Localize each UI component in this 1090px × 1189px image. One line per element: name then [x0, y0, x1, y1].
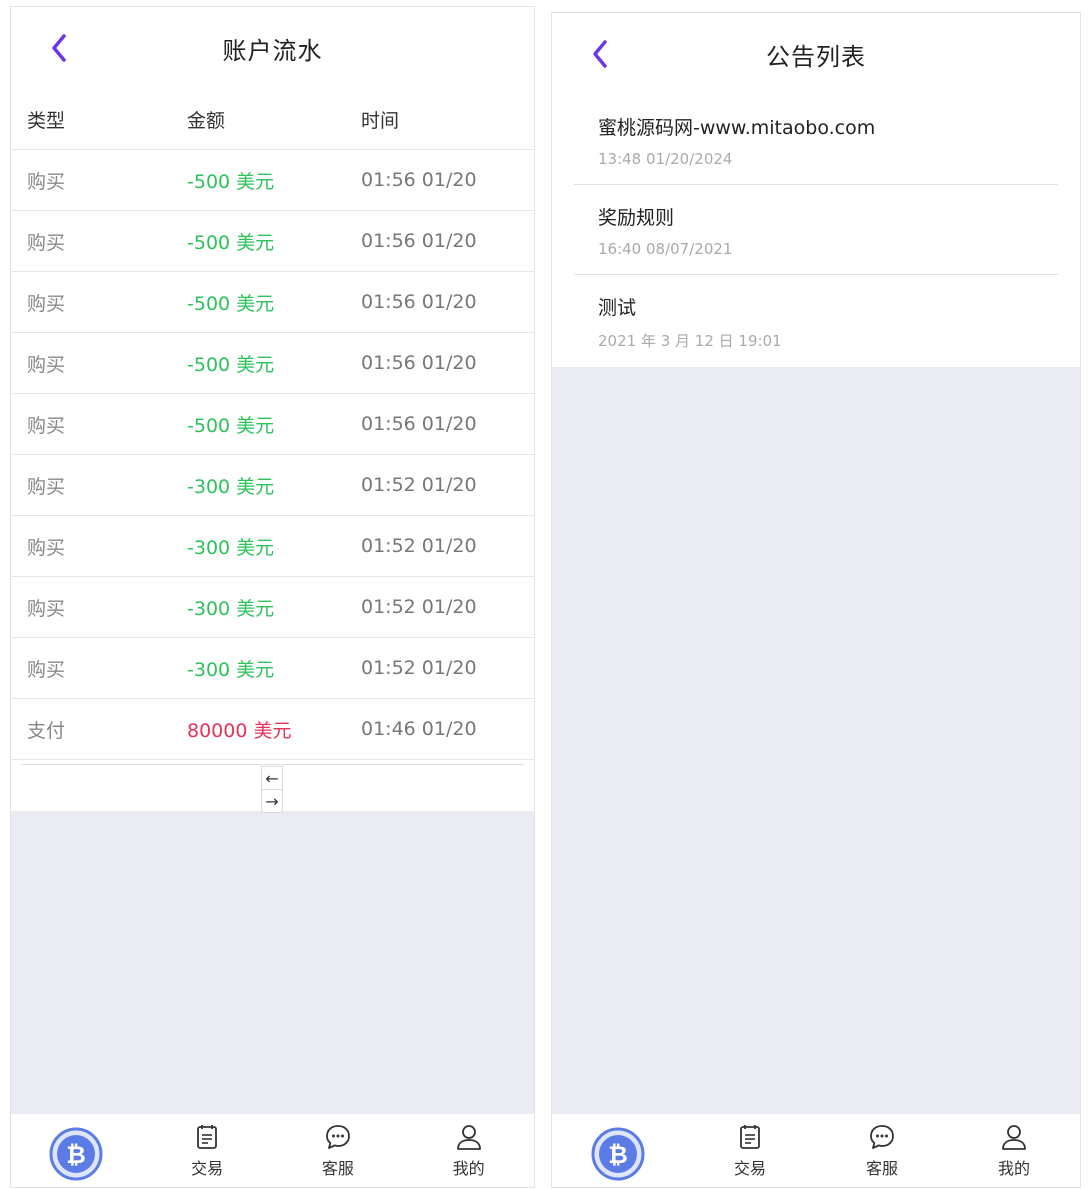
svg-text:₿: ₿ [608, 1141, 628, 1169]
row-amount: -300 美元 [187, 597, 275, 620]
row-type: 支付 [27, 719, 66, 742]
row-amount: 80000 美元 [187, 719, 292, 742]
tab-bar: ₿ 交易 客服 我的 [11, 1114, 534, 1187]
row-type: 购买 [27, 414, 66, 437]
row-amount: -500 美元 [187, 170, 275, 193]
notice-screen: 公告列表 蜜桃源码网-www.mitaobo.com 13:48 01/20/2… [552, 13, 1080, 1187]
row-type: 购买 [27, 597, 66, 620]
tab-label: 客服 [865, 1159, 898, 1178]
notice-item[interactable]: 奖励规则 16:40 08/07/2021 [574, 185, 1058, 275]
row-type: 购买 [27, 475, 66, 498]
row-amount: -300 美元 [187, 475, 275, 498]
notice-item[interactable]: 蜜桃源码网-www.mitaobo.com 13:48 01/20/2024 [574, 95, 1058, 185]
row-time: 01:52 01/20 [361, 535, 477, 557]
chat-bubble-icon [325, 1125, 350, 1149]
notice-title: 测试 [598, 297, 637, 319]
user-icon [1002, 1125, 1026, 1150]
row-time: 01:52 01/20 [361, 474, 477, 496]
notice-header: 公告列表 [552, 13, 1080, 96]
next-page-button[interactable]: → [261, 790, 283, 813]
row-type: 购买 [27, 170, 66, 193]
column-header-amount: 金额 [187, 109, 226, 132]
back-button[interactable] [41, 28, 77, 68]
tab-home[interactable]: ₿ [11, 1114, 142, 1187]
bitcoin-icon: ₿ [591, 1127, 645, 1181]
table-header: 类型 金额 时间 [11, 89, 534, 150]
table-row: 购买 -300 美元 01:52 01/20 [11, 638, 534, 699]
table-row: 购买 -300 美元 01:52 01/20 [11, 516, 534, 577]
row-time: 01:56 01/20 [361, 413, 477, 435]
back-button[interactable] [582, 34, 618, 74]
row-time: 01:52 01/20 [361, 657, 477, 679]
pagination: ← → [261, 766, 283, 813]
tab-profile[interactable]: 我的 [403, 1114, 534, 1187]
page-title: 账户流水 [222, 36, 323, 65]
table-row: 购买 -500 美元 01:56 01/20 [11, 211, 534, 272]
document-icon [197, 1125, 218, 1149]
notice-time: 13:48 01/20/2024 [598, 150, 733, 168]
tab-bar: ₿ 交易 客服 我的 [552, 1114, 1080, 1187]
row-type: 购买 [27, 536, 66, 559]
tab-label: 交易 [191, 1159, 224, 1178]
row-amount: -500 美元 [187, 353, 275, 376]
row-amount: -300 美元 [187, 536, 275, 559]
row-time: 01:46 01/20 [361, 718, 477, 740]
table-row: 支付 80000 美元 01:46 01/20 [11, 699, 534, 760]
tab-support[interactable]: 客服 [816, 1114, 948, 1187]
tab-profile[interactable]: 我的 [948, 1114, 1080, 1187]
ledger-screen: 账户流水 类型 金额 时间 购买 -500 美元 01:56 01/20 购买 -500… [11, 7, 534, 1187]
ledger-header: 账户流水 [11, 7, 534, 90]
row-amount: -500 美元 [187, 292, 275, 315]
row-type: 购买 [27, 231, 66, 254]
row-time: 01:52 01/20 [361, 596, 477, 618]
chevron-left-icon [52, 34, 66, 62]
notice-time: 16:40 08/07/2021 [598, 240, 733, 258]
row-type: 购买 [27, 658, 66, 681]
svg-text:₿: ₿ [67, 1141, 87, 1169]
notice-title: 奖励规则 [598, 207, 675, 229]
row-time: 01:56 01/20 [361, 230, 477, 252]
tab-support[interactable]: 客服 [273, 1114, 404, 1187]
ledger-table: 类型 金额 时间 购买 -500 美元 01:56 01/20 购买 -500 美元 01… [11, 89, 534, 813]
chevron-left-icon [593, 40, 607, 68]
row-amount: -500 美元 [187, 231, 275, 254]
divider [21, 764, 524, 765]
table-row: 购买 -500 美元 01:56 01/20 [11, 394, 534, 455]
table-row: 购买 -300 美元 01:52 01/20 [11, 455, 534, 516]
prev-page-button[interactable]: ← [261, 766, 283, 790]
tab-label: 我的 [997, 1159, 1030, 1178]
user-icon [456, 1125, 481, 1150]
table-row: 购买 -500 美元 01:56 01/20 [11, 272, 534, 333]
notice-item[interactable]: 测试 2021 年 3 月 12 日 19:01 [574, 275, 1058, 365]
tab-trade[interactable]: 交易 [684, 1114, 816, 1187]
row-amount: -500 美元 [187, 414, 275, 437]
table-row: 购买 -300 美元 01:52 01/20 [11, 577, 534, 638]
tab-label: 我的 [452, 1159, 485, 1178]
row-time: 01:56 01/20 [361, 169, 477, 191]
tab-home[interactable]: ₿ [552, 1114, 684, 1187]
table-row: 购买 -500 美元 01:56 01/20 [11, 333, 534, 394]
row-time: 01:56 01/20 [361, 291, 477, 313]
row-type: 购买 [27, 353, 66, 376]
bitcoin-icon: ₿ [49, 1127, 103, 1181]
row-time: 01:56 01/20 [361, 352, 477, 374]
tab-label: 交易 [733, 1159, 766, 1178]
row-type: 购买 [27, 292, 66, 315]
column-header-time: 时间 [361, 109, 400, 132]
notice-time: 2021 年 3 月 12 日 19:01 [598, 332, 782, 350]
notice-list: 蜜桃源码网-www.mitaobo.com 13:48 01/20/2024 奖… [552, 95, 1080, 367]
table-row: 购买 -500 美元 01:56 01/20 [11, 150, 534, 211]
page-title: 公告列表 [766, 42, 866, 71]
document-icon [740, 1125, 760, 1149]
tab-label: 客服 [321, 1159, 354, 1178]
chat-bubble-icon [870, 1125, 894, 1149]
column-header-type: 类型 [27, 109, 66, 132]
tab-trade[interactable]: 交易 [142, 1114, 273, 1187]
notice-title: 蜜桃源码网-www.mitaobo.com [598, 117, 876, 139]
row-amount: -300 美元 [187, 658, 275, 681]
